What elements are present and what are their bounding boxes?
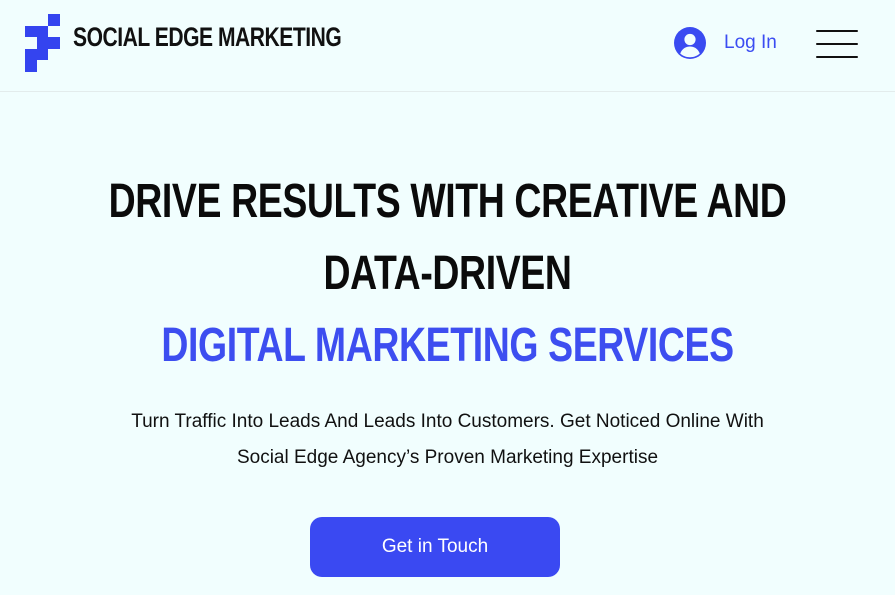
login-link[interactable]: Log In [674, 27, 777, 59]
hero-content: DRIVE RESULTS WITH CREATIVE AND DATA-DRI… [0, 166, 895, 577]
headline-line-3-accent: DIGITAL MARKETING SERVICES [161, 319, 734, 372]
login-label: Log In [724, 32, 777, 53]
user-circle-icon [674, 27, 706, 59]
site-header: SOCIAL EDGE MARKETING Log In [0, 0, 895, 92]
subtitle-line-1: Turn Traffic Into Leads And Leads Into C… [131, 411, 764, 432]
brand-logo[interactable]: SOCIAL EDGE MARKETING [25, 14, 417, 72]
get-in-touch-button[interactable]: Get in Touch [310, 517, 560, 577]
pixel-logo-icon [25, 14, 60, 72]
menu-bar-middle [816, 43, 858, 45]
headline-line-1: DRIVE RESULTS WITH CREATIVE AND [108, 175, 787, 228]
hamburger-menu-icon[interactable] [816, 30, 858, 58]
subtitle-line-2: Social Edge Agency’s Proven Marketing Ex… [236, 447, 659, 468]
hero-subtitle: Turn Traffic Into Leads And Leads Into C… [0, 404, 895, 476]
brand-name: SOCIAL EDGE MARKETING [73, 22, 342, 52]
menu-bar-bottom [816, 56, 858, 58]
menu-bar-top [816, 30, 858, 32]
hero-headline: DRIVE RESULTS WITH CREATIVE AND DATA-DRI… [0, 166, 895, 382]
headline-line-2: DATA-DRIVEN [323, 247, 572, 300]
